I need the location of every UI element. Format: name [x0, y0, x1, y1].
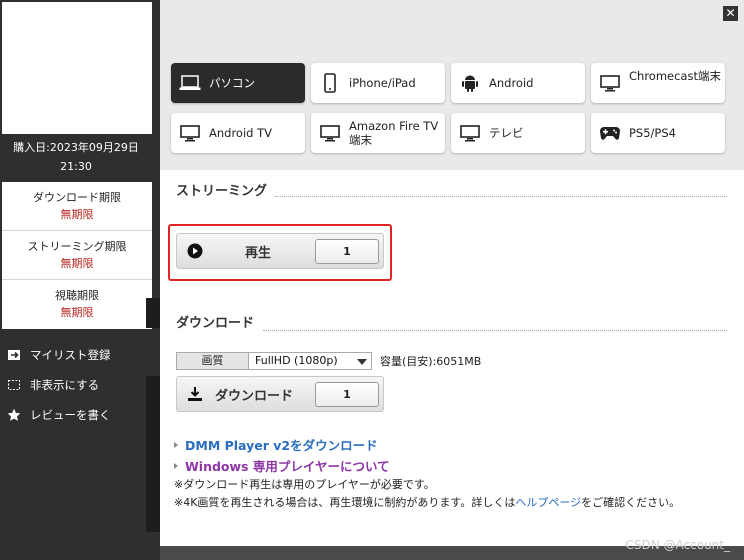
- hide-button[interactable]: 非表示にする: [6, 370, 152, 400]
- purchase-date: 購入日:2023年09月29日 21:30: [0, 138, 152, 176]
- download-heading: ダウンロード: [176, 316, 255, 331]
- device-tab-pc[interactable]: パソコン: [171, 63, 305, 103]
- limit-label: 視聴期限: [55, 289, 99, 302]
- device-label: テレビ: [489, 126, 524, 140]
- monitor-icon: [459, 122, 481, 144]
- purchase-time: 21:30: [60, 160, 92, 173]
- divider: [263, 330, 727, 331]
- play-icon: [187, 243, 203, 259]
- device-label: Android TV: [209, 126, 273, 140]
- left-panel: 購入日:2023年09月29日 21:30 ダウンロード期限 無期限 ストリーミ…: [0, 0, 160, 560]
- limit-label: ストリーミング期限: [27, 240, 127, 253]
- close-icon: ✕: [725, 6, 736, 20]
- mylist-add-button[interactable]: マイリスト登録: [6, 340, 152, 370]
- download-button[interactable]: ダウンロード 1: [176, 376, 384, 412]
- help-page-link[interactable]: ヘルプページ: [515, 496, 581, 509]
- play-label: 再生: [245, 245, 272, 261]
- device-label: Chromecast端末: [629, 69, 721, 83]
- dmm-player-link-text: DMM Player v2をダウンロード: [185, 438, 378, 453]
- download-icon: [187, 386, 203, 402]
- device-tab-android[interactable]: Android: [451, 63, 585, 103]
- note-4k-text: ※4K画質を再生される場合は、再生環境に制約があります。詳しくは: [174, 496, 516, 509]
- chevron-down-icon: [357, 359, 367, 365]
- device-tab-tv[interactable]: テレビ: [451, 113, 585, 153]
- note-4k-suffix: をご確認ください。: [581, 496, 681, 509]
- download-limit: ダウンロード期限 無期限: [2, 182, 152, 231]
- device-label: iPhone/iPad: [349, 76, 416, 90]
- write-review-label: レビューを書く: [30, 408, 111, 422]
- triangle-bullet-icon: [174, 441, 178, 448]
- hide-label: 非表示にする: [30, 378, 100, 392]
- star-icon: [6, 407, 22, 423]
- streaming-heading: ストリーミング: [176, 184, 268, 199]
- divider: [275, 196, 727, 197]
- note-4k: ※4K画質を再生される場合は、再生環境に制約があります。詳しくはヘルプページをご…: [174, 494, 680, 512]
- limit-value: 無期限: [60, 208, 94, 221]
- close-button[interactable]: ✕: [723, 6, 738, 21]
- gamepad-icon: [599, 122, 621, 144]
- limits-box: ダウンロード期限 無期限 ストリーミング期限 無期限 視聴期限 無期限: [2, 182, 152, 329]
- capacity-text: 容量(目安):6051MB: [380, 355, 482, 368]
- device-label: Amazon Fire TV 端末: [349, 119, 439, 147]
- device-label: PS5/PS4: [629, 126, 676, 140]
- device-tab-android-tv[interactable]: Android TV: [171, 113, 305, 153]
- side-actions: マイリスト登録 非表示にする レビューを書く: [6, 340, 152, 430]
- device-label: Android: [489, 76, 534, 90]
- background-strip: [146, 298, 160, 328]
- windows-player-link[interactable]: Windows 専用プレイヤーについて: [174, 455, 680, 476]
- triangle-bullet-icon: [174, 462, 178, 469]
- quality-row: 画質 FullHD (1080p) 容量(目安):6051MB: [176, 352, 481, 370]
- info-links: DMM Player v2をダウンロード Windows 専用プレイヤーについて…: [174, 434, 680, 512]
- device-tab-ps[interactable]: PS5/PS4: [591, 113, 725, 153]
- device-tab-iphone[interactable]: iPhone/iPad: [311, 63, 445, 103]
- monitor-icon: [179, 122, 201, 144]
- play-button[interactable]: 再生 1: [176, 233, 384, 269]
- device-label: パソコン: [209, 76, 255, 90]
- product-thumbnail[interactable]: [2, 2, 152, 134]
- android-icon: [459, 72, 481, 94]
- limit-label: ダウンロード期限: [33, 191, 121, 204]
- phone-icon: [319, 72, 341, 94]
- hide-icon: [6, 377, 22, 393]
- background-strip: [146, 376, 160, 532]
- download-label: ダウンロード: [215, 388, 294, 404]
- purchase-date-line: 購入日:2023年09月29日: [13, 141, 139, 154]
- monitor-icon: [319, 122, 341, 144]
- device-tab-chromecast[interactable]: Chromecast端末: [591, 63, 725, 103]
- quality-select[interactable]: FullHD (1080p): [248, 352, 372, 370]
- limit-value: 無期限: [60, 306, 94, 319]
- windows-player-link-text: Windows 専用プレイヤーについて: [185, 459, 390, 474]
- dmm-player-link[interactable]: DMM Player v2をダウンロード: [174, 434, 680, 455]
- watermark: CSDN @Account_: [625, 538, 730, 552]
- mylist-add-label: マイリスト登録: [30, 348, 111, 362]
- monitor-icon: [599, 72, 621, 94]
- device-tab-fire-tv[interactable]: Amazon Fire TV 端末: [311, 113, 445, 153]
- viewing-limit: 視聴期限 無期限: [2, 280, 152, 329]
- laptop-icon: [179, 72, 201, 94]
- limit-value: 無期限: [60, 257, 94, 270]
- download-count: 1: [315, 382, 379, 407]
- streaming-limit: ストリーミング期限 無期限: [2, 231, 152, 280]
- quality-value: FullHD (1080p): [255, 354, 338, 367]
- write-review-button[interactable]: レビューを書く: [6, 400, 152, 430]
- mylist-add-icon: [6, 347, 22, 363]
- play-count: 1: [315, 239, 379, 264]
- note-download: ※ダウンロード再生は専用のプレイヤーが必要です。: [174, 478, 435, 491]
- quality-label: 画質: [176, 352, 248, 370]
